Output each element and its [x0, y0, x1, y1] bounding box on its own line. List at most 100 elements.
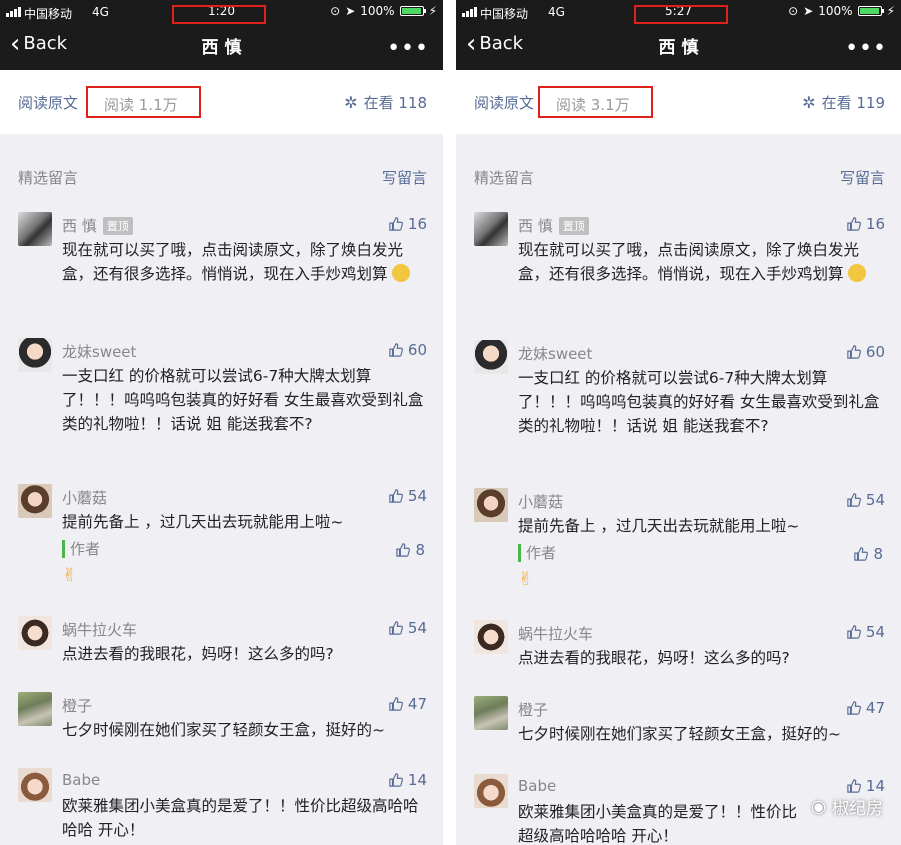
avatar — [18, 768, 52, 802]
back-label: Back — [479, 33, 524, 54]
thumb-up-icon — [847, 625, 861, 639]
comment-text-body: 现在就可以买了哦，点击阅读原文，除了焕白发光盒，还有很多选择。悄悄说，现在入手炒… — [518, 241, 860, 283]
comment-text: 现在就可以买了哦，点击阅读原文，除了焕白发光盒，还有很多选择。悄悄说，现在入手炒… — [518, 238, 885, 286]
like-count: 60 — [865, 343, 885, 361]
back-button[interactable]: ‹ Back — [10, 31, 67, 57]
comment-author: 蜗牛拉火车 — [518, 623, 593, 644]
watching-count: 在看 119 — [821, 94, 885, 112]
thumb-up-icon — [389, 217, 403, 231]
like-button[interactable]: 54 — [389, 487, 427, 505]
gear-icon: ✲ — [344, 93, 358, 112]
write-comment-button[interactable]: 写留言 — [382, 167, 427, 188]
comment-author-name: 龙妹sweet — [518, 345, 593, 363]
read-count: 阅读 1.1万 — [86, 86, 201, 118]
signal-icon — [6, 7, 21, 17]
comment-text-body: 现在就可以买了哦，点击阅读原文，除了焕白发光盒，还有很多选择。悄悄说，现在入手炒… — [62, 241, 404, 283]
like-button[interactable]: 8 — [854, 545, 883, 563]
read-bar: 阅读原文 阅读 1.1万 ✲ 在看 118 — [0, 70, 443, 134]
avatar — [474, 488, 508, 522]
charging-icon: ⚡ — [428, 4, 437, 18]
comment-text: 欧莱雅集团小美盒真的是爱了！！性价比超级高哈哈哈哈 开心！ — [62, 797, 419, 839]
like-button[interactable]: 54 — [847, 623, 885, 641]
carrier-label: 中国移动 — [480, 7, 529, 21]
watching-button[interactable]: ✲ 在看 118 — [344, 92, 427, 113]
comment-text: 七夕时候刚在她们家买了轻颜女王盒，挺好的~ — [518, 725, 841, 743]
location-arrow-icon: ➤ — [803, 4, 814, 18]
thumb-up-icon — [847, 493, 861, 507]
like-button[interactable]: 54 — [847, 491, 885, 509]
back-button[interactable]: ‹ Back — [466, 28, 524, 59]
author-reply-body: 作者 ✌ — [62, 538, 101, 586]
comment-text: 点进去看的我眼花，妈呀！这么多的吗? — [518, 649, 790, 667]
write-comment-button[interactable]: 写留言 — [840, 167, 885, 188]
more-icon[interactable]: ••• — [845, 36, 887, 61]
nav-bar: ‹ Back 西 慎 ••• — [456, 28, 901, 68]
like-button[interactable]: 60 — [847, 343, 885, 361]
comment-author-name: 龙妹sweet — [62, 343, 137, 361]
chevron-left-icon: ‹ — [466, 28, 477, 59]
comment-text: 点进去看的我眼花，妈呀！这么多的吗? — [62, 645, 334, 663]
like-button[interactable]: 54 — [389, 619, 427, 637]
gear-icon: ✲ — [802, 93, 816, 112]
comment-text: 提前先备上 ，过几天出去玩就能用上啦~ — [62, 513, 344, 531]
like-count: 14 — [865, 777, 885, 795]
like-count: 14 — [407, 771, 427, 789]
status-right-group: ⊙ ➤ 100% ⚡ — [788, 4, 895, 18]
like-button[interactable]: 14 — [847, 777, 885, 795]
battery-percent: 100% — [360, 4, 395, 18]
comment-author-name: 蜗牛拉火车 — [62, 621, 138, 639]
comment-text: 一支口红 的价格就可以尝试6-7种大牌太划算了！！！呜呜呜包装真的好好看 女生最… — [62, 367, 424, 433]
like-button[interactable]: 47 — [847, 699, 885, 717]
more-icon[interactable]: ••• — [387, 36, 429, 61]
account-title: 西 慎 — [201, 38, 242, 58]
victory-hand-icon: ✌ — [518, 569, 534, 590]
pinned-badge: 置顶 — [558, 216, 589, 235]
read-bar: 阅读原文 阅读 3.1万 ✲ 在看 119 — [456, 70, 901, 134]
comment-text: 现在就可以买了哦，点击阅读原文，除了焕白发光盒，还有很多选择。悄悄说，现在入手炒… — [62, 238, 427, 286]
comment-author-name: 小蘑菇 — [518, 493, 564, 511]
battery-icon — [857, 6, 884, 16]
comment-text: 欧莱雅集团小美盒真的是爱了！！性价比超级高哈哈哈哈 开心！ — [518, 803, 798, 845]
like-count: 8 — [415, 541, 425, 559]
comment-author: 蜗牛拉火车 — [62, 619, 137, 640]
phone-screenshot-right: 中国移动 4G 5:27 ⊙ ➤ 100% ⚡ ‹ Back 西 慎 ••• 阅… — [456, 0, 901, 845]
comments-title: 精选留言 — [18, 169, 79, 187]
like-count: 60 — [407, 341, 427, 359]
read-original-link[interactable]: 阅读原文 — [18, 92, 78, 113]
watermark-text: 椒纪房 — [832, 799, 883, 819]
watching-button[interactable]: ✲ 在看 119 — [802, 92, 885, 113]
like-button[interactable]: 47 — [389, 695, 427, 713]
victory-hand-icon: ✌ — [62, 565, 78, 586]
status-bar: 中国移动 4G 5:27 ⊙ ➤ 100% ⚡ — [456, 3, 901, 24]
top-bar: 中国移动 4G 5:27 ⊙ ➤ 100% ⚡ ‹ Back 西 慎 ••• — [456, 0, 901, 70]
thumb-up-icon — [396, 543, 411, 557]
like-button[interactable]: 14 — [389, 771, 427, 789]
battery-icon — [399, 6, 426, 16]
phone-screenshot-left: 中国移动 4G 1:20 ⊙ ➤ 100% ⚡ ‹ Back 西 慎 ••• 阅… — [0, 0, 443, 845]
comment-text: 提前先备上 ，过几天出去玩就能用上啦~ — [518, 517, 800, 535]
comments-title: 精选留言 — [474, 169, 535, 187]
network-label: 4G — [92, 5, 109, 19]
comments-header: 精选留言 写留言 — [456, 150, 901, 190]
thumb-up-icon — [389, 773, 403, 787]
like-button[interactable]: 16 — [389, 215, 427, 233]
like-button[interactable]: 16 — [847, 215, 885, 233]
highlight-box-time — [172, 5, 266, 24]
read-original-link[interactable]: 阅读原文 — [474, 92, 534, 113]
thumb-up-icon — [389, 489, 403, 503]
like-count: 8 — [873, 545, 883, 563]
comment-author-name: 蜗牛拉火车 — [518, 625, 594, 643]
like-button[interactable]: 8 — [396, 541, 425, 559]
like-button[interactable]: 60 — [389, 341, 427, 359]
author-tag: 作者 — [518, 544, 557, 562]
comment-author: 小蘑菇 — [518, 491, 563, 512]
smiley-icon — [848, 264, 867, 282]
like-count: 16 — [865, 215, 885, 233]
avatar — [474, 696, 508, 730]
wechat-icon: ◉ — [811, 796, 826, 817]
pinned-badge: 置顶 — [102, 216, 133, 235]
signal-icon — [462, 7, 477, 17]
rotation-lock-icon: ⊙ — [788, 4, 799, 18]
status-bar: 中国移动 4G 1:20 ⊙ ➤ 100% ⚡ — [0, 3, 443, 24]
like-count: 54 — [865, 491, 885, 509]
